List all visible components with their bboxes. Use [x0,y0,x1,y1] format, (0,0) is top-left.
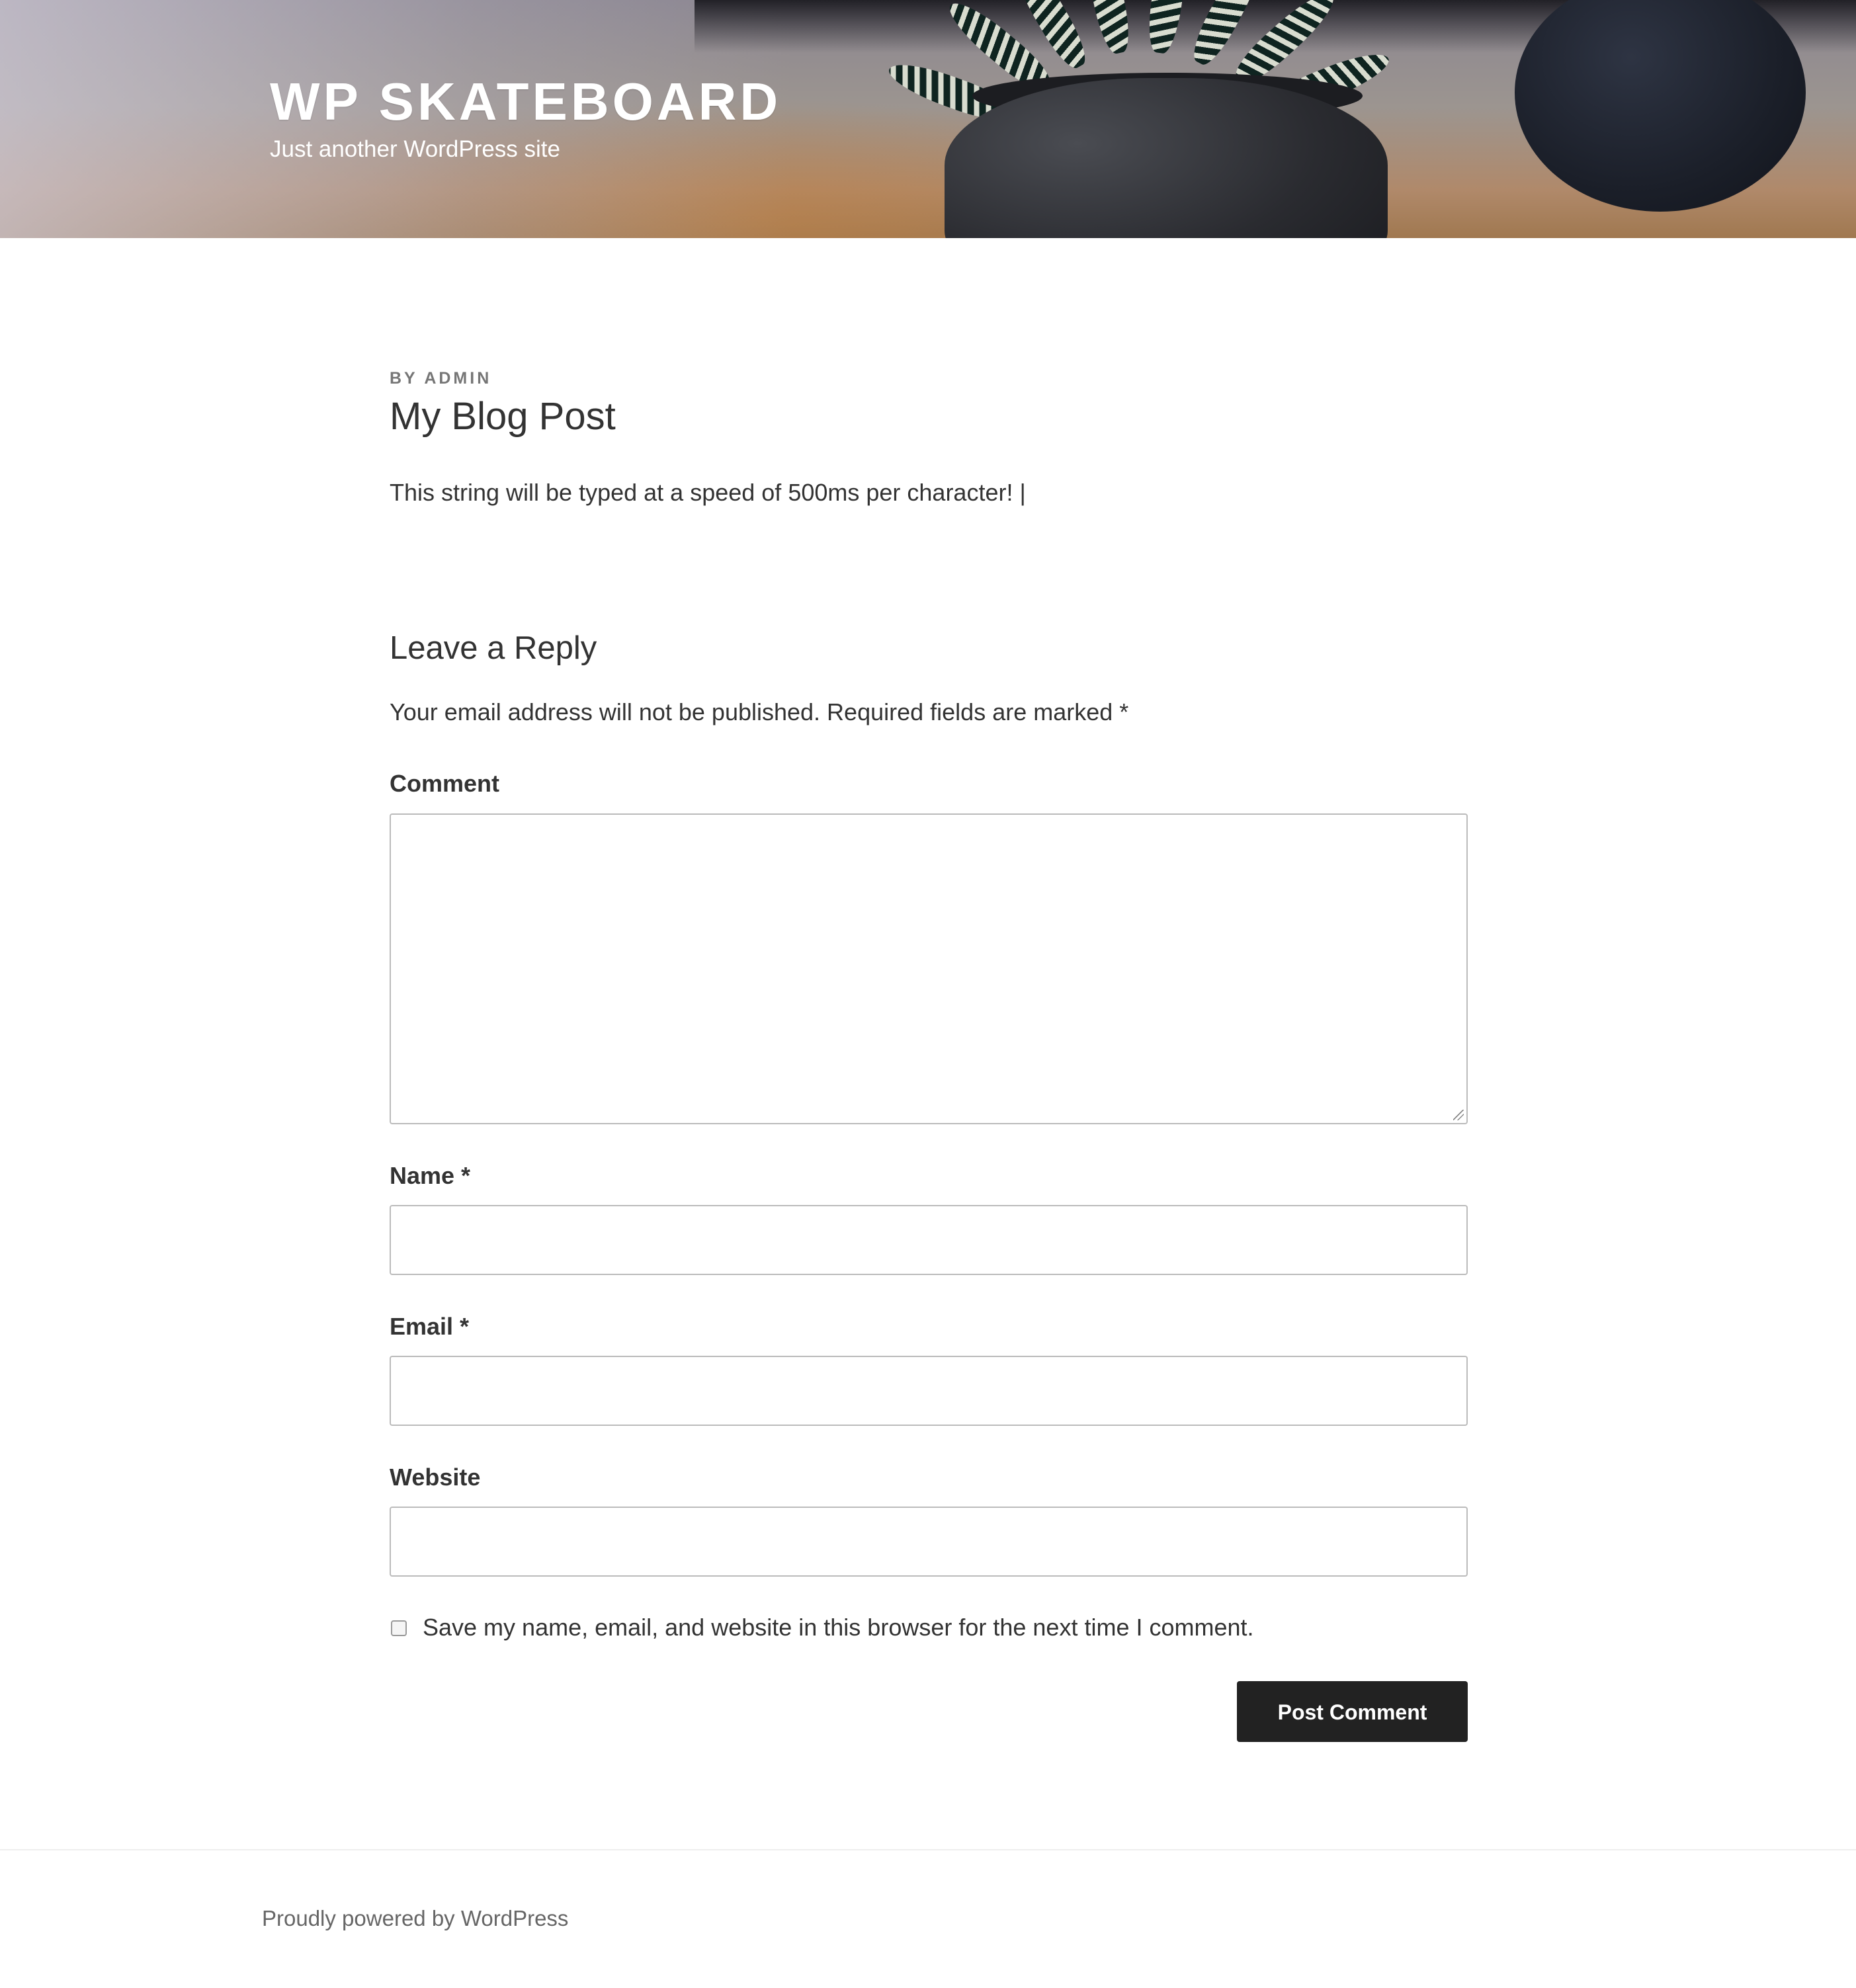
byline-prefix: BY [390,369,418,388]
header-image-pot-right [1515,0,1806,212]
author-link[interactable]: ADMIN [424,369,491,388]
post-comment-button[interactable]: Post Comment [1237,1681,1468,1742]
site-header: WP SKATEBOARD Just another WordPress sit… [0,0,1856,238]
website-input[interactable] [390,1507,1468,1577]
comment-notes: Your email address will not be published… [390,698,1129,725]
name-input[interactable] [390,1205,1468,1275]
email-input[interactable] [390,1356,1468,1426]
reply-title: Leave a Reply [390,630,597,666]
powered-by-link[interactable]: Proudly powered by WordPress [262,1906,568,1931]
comment-textarea[interactable] [390,813,1468,1124]
website-label: Website [390,1464,481,1491]
post-title: My Blog Post [390,395,616,438]
post-byline: BY ADMIN [390,369,491,388]
site-title[interactable]: WP SKATEBOARD [270,71,781,132]
comment-label: Comment [390,770,500,797]
site-tagline: Just another WordPress site [270,136,560,162]
email-label: Email * [390,1313,470,1340]
footer-divider [0,1849,1856,1850]
save-info-checkbox[interactable] [391,1620,407,1636]
save-info-label[interactable]: Save my name, email, and website in this… [423,1614,1254,1641]
post-body: This string will be typed at a speed of … [390,479,1026,506]
header-image-pot [945,78,1388,238]
resize-handle-icon[interactable] [1453,1110,1464,1120]
name-label: Name * [390,1162,471,1189]
